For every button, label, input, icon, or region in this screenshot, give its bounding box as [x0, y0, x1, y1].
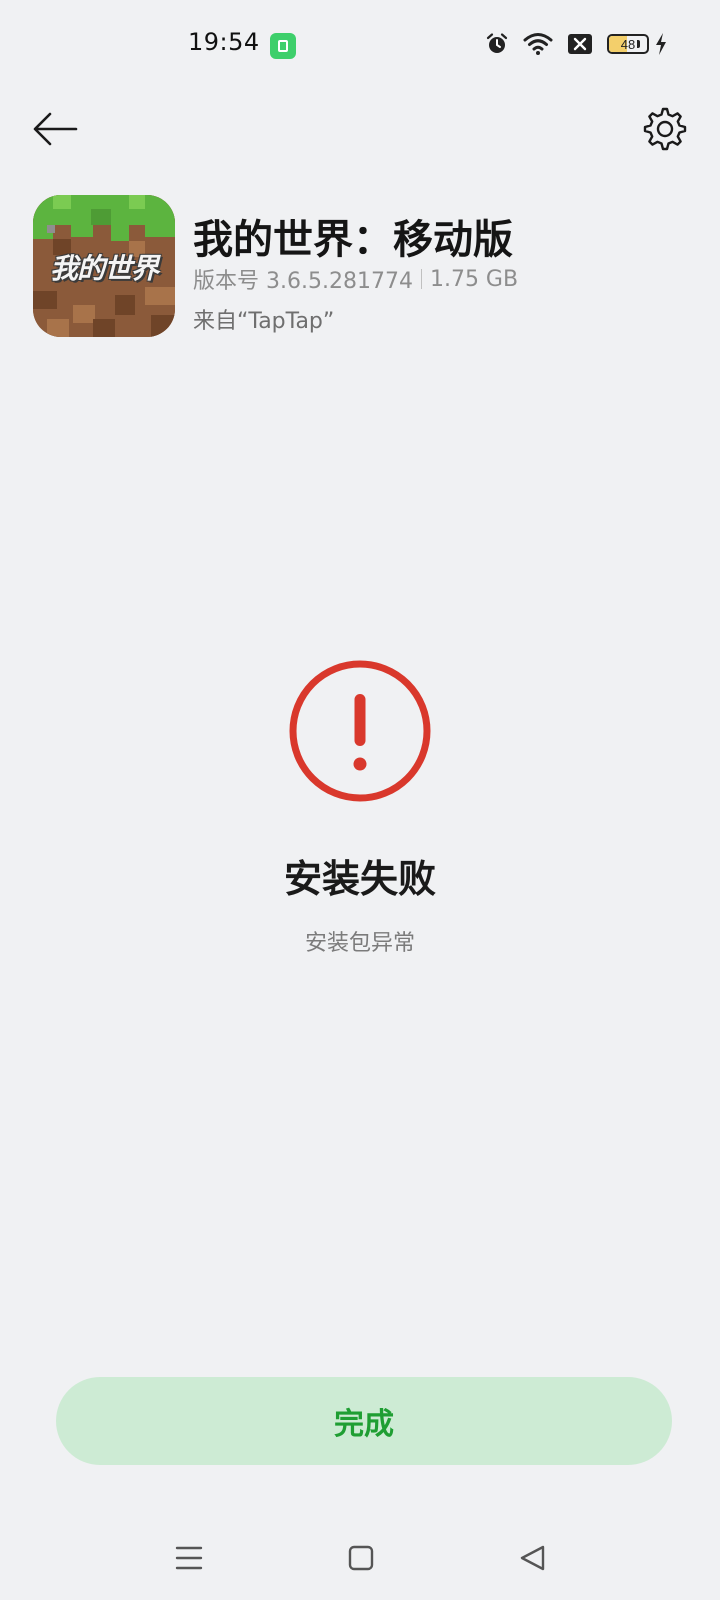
app-icon: 我的世界: [33, 195, 175, 337]
app-meta: 版本号 3.6.5.281774 1.75 GB: [193, 263, 518, 295]
arrow-left-icon: [33, 112, 78, 146]
app-icon-label: 我的世界: [49, 252, 159, 285]
result-subtitle: 安装包异常: [304, 931, 415, 956]
menu-icon: [175, 1546, 203, 1570]
app-info: 我的世界 我的世界：移动版 版本号 3.6.5.281774 1.75 GB 来…: [33, 195, 693, 340]
status-icons: 48: [485, 30, 668, 58]
error-exclamation-icon: [289, 660, 431, 802]
gear-icon: [643, 107, 687, 151]
status-bar: 19:54 48: [0, 0, 720, 90]
app-name: 我的世界：移动版: [193, 217, 513, 263]
nav-home-button[interactable]: [339, 1536, 383, 1580]
sim-blocked-icon: [567, 33, 593, 55]
back-triangle-icon: [520, 1545, 545, 1571]
top-bar: [0, 98, 720, 158]
app-source: 来自“TapTap”: [193, 309, 335, 334]
meta-divider: [420, 269, 422, 289]
charging-icon: [654, 32, 668, 56]
result-title: 安装失败: [283, 857, 436, 901]
wifi-icon: [523, 32, 553, 56]
alarm-icon: [485, 32, 509, 56]
nav-menu-button[interactable]: [167, 1536, 211, 1580]
back-button[interactable]: [30, 104, 80, 154]
done-button[interactable]: 完成: [56, 1377, 672, 1465]
battery-label: 48: [620, 36, 636, 52]
status-time: 19:54: [188, 28, 260, 56]
nav-back-button[interactable]: [510, 1536, 554, 1580]
app-version: 版本号 3.6.5.281774: [193, 269, 413, 294]
settings-button[interactable]: [640, 104, 690, 154]
app-size: 1.75 GB: [429, 266, 519, 292]
battery-icon: 48: [607, 34, 649, 54]
app-notification-icon: [270, 33, 296, 59]
install-result: 安装失败 安装包异常: [0, 658, 720, 957]
navigation-bar: [0, 1528, 720, 1588]
home-square-icon: [348, 1545, 374, 1571]
